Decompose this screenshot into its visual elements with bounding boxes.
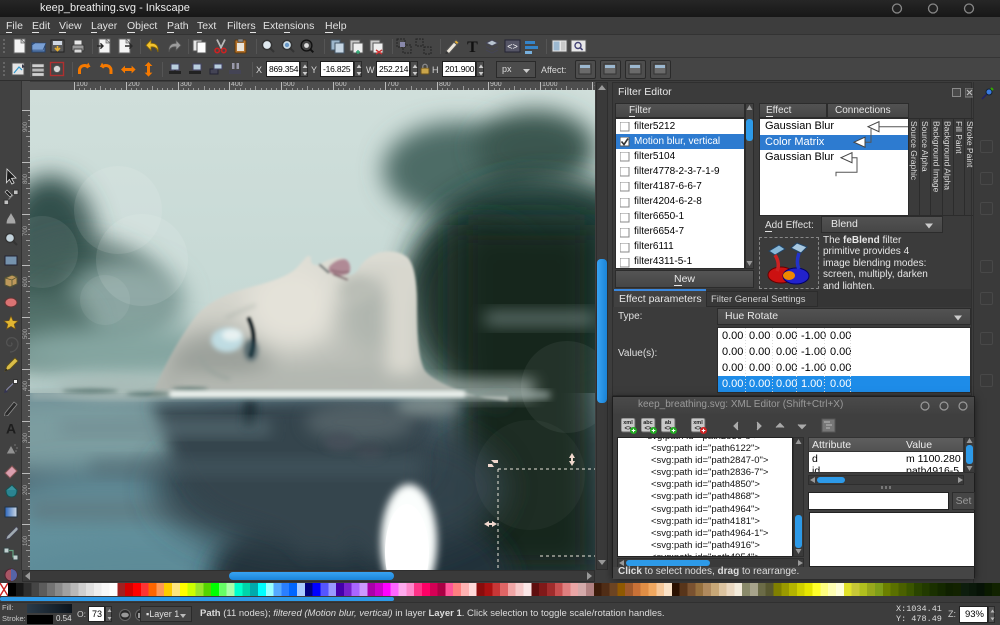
svg-text:<>: <> bbox=[507, 42, 518, 52]
svg-text:T: T bbox=[467, 39, 478, 55]
svg-text:A: A bbox=[6, 421, 16, 437]
